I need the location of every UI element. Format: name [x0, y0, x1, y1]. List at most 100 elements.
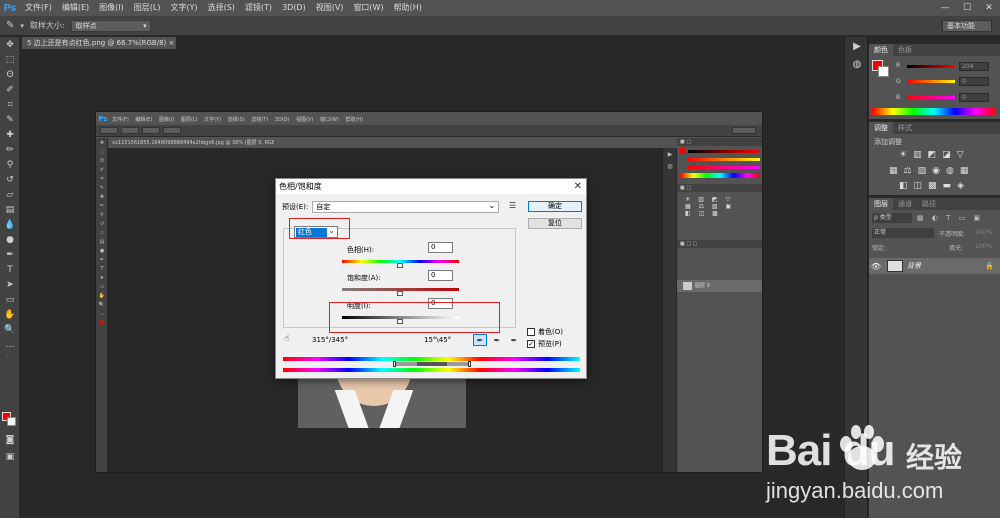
- lasso-tool-icon[interactable]: ʘ: [0, 67, 20, 82]
- layer-filter-icons[interactable]: ▦ ◐ T ▭ ▣: [917, 214, 983, 222]
- threshold-icon[interactable]: ▩: [928, 181, 937, 191]
- sample-size-select[interactable]: 取样点: [70, 19, 151, 32]
- curves-icon[interactable]: ◩: [928, 150, 937, 160]
- pen-tool-icon[interactable]: ✒: [0, 247, 20, 262]
- default-colors-icon[interactable]: ⬛: [0, 352, 20, 367]
- r-input[interactable]: 204: [959, 62, 989, 71]
- hand-adjust-icon[interactable]: ☝: [284, 334, 289, 344]
- tab-swatches[interactable]: 色板: [893, 44, 917, 56]
- crop-tool-icon[interactable]: ⌗: [0, 97, 20, 112]
- menu-select[interactable]: 选择(S): [203, 0, 240, 16]
- color-lookup-icon[interactable]: ▦: [960, 166, 969, 176]
- gradient-tool-icon[interactable]: ▤: [0, 202, 20, 217]
- colorize-checkbox[interactable]: 着色(O): [527, 327, 563, 337]
- tool-preset-chevron-icon[interactable]: ▾: [20, 22, 24, 30]
- layer-row[interactable]: 👁 背景 🔒: [869, 258, 1000, 274]
- maximize-button[interactable]: ☐: [956, 0, 978, 16]
- quick-select-tool-icon[interactable]: ✐: [0, 82, 20, 97]
- tab-adjustments[interactable]: 调整: [869, 122, 893, 134]
- tab-styles[interactable]: 样式: [893, 122, 917, 134]
- color-ramp[interactable]: [872, 108, 996, 115]
- vibrance-icon[interactable]: ▽: [957, 150, 964, 160]
- brush-tool-icon[interactable]: ✏: [0, 142, 20, 157]
- photo-filter-icon[interactable]: ◉: [932, 166, 940, 176]
- tab-channels[interactable]: 通道: [893, 198, 917, 210]
- brightness-icon[interactable]: ☀: [899, 150, 907, 160]
- eyedropper-minus-icon[interactable]: ✒: [507, 334, 521, 346]
- selective-color-icon[interactable]: ◈: [957, 181, 964, 191]
- color-balance-icon[interactable]: ⚖: [904, 166, 912, 176]
- layer-filter-select[interactable]: ρ 类型: [872, 213, 912, 223]
- close-tab-icon[interactable]: ×: [169, 39, 175, 47]
- saturation-slider-thumb[interactable]: [397, 291, 403, 296]
- menu-image[interactable]: 图像(I): [94, 0, 129, 16]
- eyedropper-icon[interactable]: ✒: [473, 334, 487, 346]
- shape-tool-icon[interactable]: ▭: [0, 292, 20, 307]
- document-tab[interactable]: 5 边上还是有点红色.png @ 66.7%(RGB/8) ×: [22, 37, 176, 49]
- eyedropper-plus-icon[interactable]: ✒: [490, 334, 504, 346]
- marquee-tool-icon[interactable]: ⬚: [0, 52, 20, 67]
- menu-filter[interactable]: 滤镜(T): [240, 0, 277, 16]
- type-tool-icon[interactable]: T: [0, 262, 20, 277]
- menu-layer[interactable]: 图层(L): [129, 0, 166, 16]
- opacity-value[interactable]: 100%: [975, 229, 992, 236]
- ok-button[interactable]: 确定: [528, 201, 582, 212]
- colorize-checkbox-box[interactable]: [527, 328, 535, 336]
- range-handle-left[interactable]: [393, 361, 396, 367]
- fill-value[interactable]: 100%: [975, 243, 992, 250]
- history-panel-icon[interactable]: ▶: [845, 37, 869, 55]
- menu-help[interactable]: 帮助(H): [389, 0, 427, 16]
- saturation-input[interactable]: 0: [428, 270, 453, 281]
- preset-select[interactable]: 自定: [312, 200, 500, 213]
- menu-window[interactable]: 窗口(W): [348, 0, 388, 16]
- g-input[interactable]: 0: [959, 77, 989, 86]
- reset-button[interactable]: 复位: [528, 218, 582, 229]
- b-input[interactable]: 0: [959, 93, 989, 102]
- gradient-map-icon[interactable]: ▬: [943, 181, 952, 191]
- dialog-close-icon[interactable]: ✕: [574, 179, 582, 194]
- dodge-tool-icon[interactable]: ●: [0, 232, 20, 247]
- path-select-tool-icon[interactable]: ➤: [0, 277, 20, 292]
- quick-mask-icon[interactable]: ◙: [0, 432, 20, 447]
- posterize-icon[interactable]: ◫: [914, 181, 923, 191]
- more-tools-icon[interactable]: …: [0, 337, 20, 352]
- eraser-tool-icon[interactable]: ▱: [0, 187, 20, 202]
- blur-tool-icon[interactable]: 💧: [0, 217, 20, 232]
- minimize-button[interactable]: —: [934, 0, 956, 16]
- exposure-icon[interactable]: ◪: [942, 150, 951, 160]
- preview-checkbox-box[interactable]: ✓: [527, 340, 535, 348]
- hue-sat-icon[interactable]: ▦: [889, 166, 898, 176]
- bg-color-chip[interactable]: [878, 66, 889, 77]
- r-slider[interactable]: [907, 65, 955, 68]
- zoom-tool-icon[interactable]: 🔍: [0, 322, 20, 337]
- menu-type[interactable]: 文字(Y): [165, 0, 202, 16]
- channel-mixer-icon[interactable]: ◍: [946, 166, 954, 176]
- eyedropper-tool-icon[interactable]: ✎: [6, 20, 14, 31]
- close-window-button[interactable]: ✕: [978, 0, 1000, 16]
- g-slider[interactable]: [907, 80, 955, 83]
- menu-3d[interactable]: 3D(D): [277, 0, 311, 16]
- menu-view[interactable]: 视图(V): [311, 0, 349, 16]
- history-brush-tool-icon[interactable]: ↺: [0, 172, 20, 187]
- tab-paths[interactable]: 路径: [917, 198, 941, 210]
- tab-color[interactable]: 颜色: [869, 44, 893, 56]
- menu-edit[interactable]: 编辑(E): [57, 0, 94, 16]
- move-tool-icon[interactable]: ✥: [0, 37, 20, 52]
- b-slider[interactable]: [907, 96, 955, 99]
- clone-stamp-tool-icon[interactable]: ⚲: [0, 157, 20, 172]
- hand-tool-icon[interactable]: ✋: [0, 307, 20, 322]
- screen-mode-icon[interactable]: ▣: [0, 449, 20, 464]
- properties-panel-icon[interactable]: ◍: [845, 55, 869, 73]
- blend-mode-select[interactable]: 正常: [872, 228, 934, 238]
- invert-icon[interactable]: ◧: [899, 181, 908, 191]
- workspace-select[interactable]: 基本功能: [942, 20, 992, 32]
- preview-checkbox[interactable]: ✓ 预览(P): [527, 339, 562, 349]
- background-color-swatch[interactable]: [7, 417, 16, 426]
- range-adjust-bar[interactable]: [393, 361, 471, 367]
- levels-icon[interactable]: ▥: [913, 150, 922, 160]
- preset-options-icon[interactable]: ☰: [509, 201, 516, 210]
- eyedropper-tool-icon[interactable]: ✎: [0, 112, 20, 127]
- hue-slider-thumb[interactable]: [397, 263, 403, 268]
- black-white-icon[interactable]: ▨: [918, 166, 927, 176]
- hue-input[interactable]: 0: [428, 242, 453, 253]
